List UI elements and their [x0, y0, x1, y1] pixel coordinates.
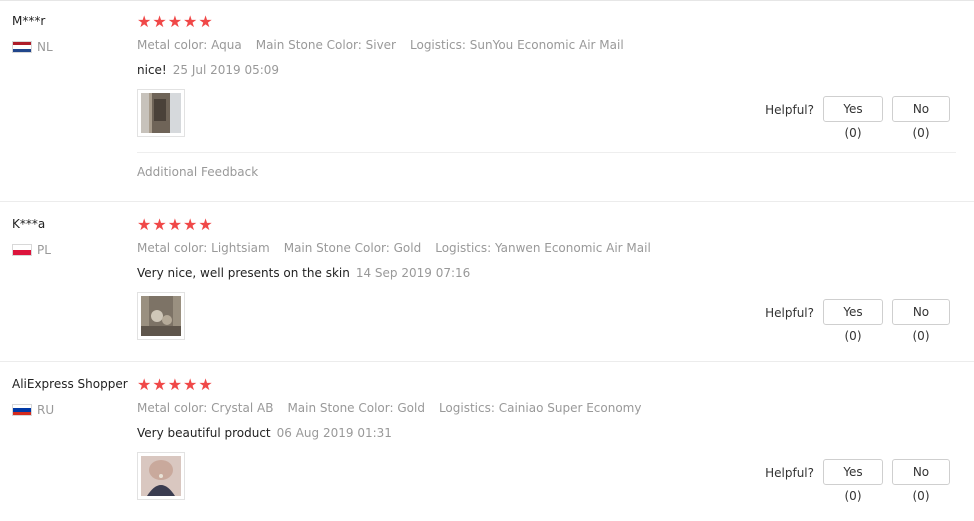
reviewer-country: PL — [12, 243, 51, 257]
review-text: Very beautiful product — [137, 426, 271, 440]
order-attributes: Metal color: Crystal AB Main Stone Color:… — [137, 401, 655, 415]
logistics: Logistics: Cainiao Super Economy — [438, 401, 642, 415]
reviewer-name: AliExpress Shopper — [12, 377, 128, 391]
flag-ru-icon — [12, 404, 32, 416]
review-divider — [0, 361, 974, 362]
review-date: 14 Sep 2019 07:16 — [355, 266, 471, 280]
review-photo-icon — [141, 93, 181, 133]
review-photo-icon — [141, 456, 181, 496]
order-attributes: Metal color: Lightsiam Main Stone Color: … — [137, 241, 665, 255]
helpful-label: Helpful? — [765, 306, 814, 320]
review-divider — [0, 201, 974, 202]
country-code: RU — [37, 403, 55, 417]
reviewer-country: NL — [12, 40, 53, 54]
order-attributes: Metal color: Aqua Main Stone Color: Siver… — [137, 38, 638, 52]
additional-feedback-label: Additional Feedback — [137, 165, 259, 179]
helpful-label: Helpful? — [765, 466, 814, 480]
review-photo-thumbnail[interactable] — [137, 292, 185, 340]
review-photo-thumbnail[interactable] — [137, 89, 185, 137]
star-rating: ★★★★★ — [137, 215, 214, 234]
review-photo-icon — [141, 296, 181, 336]
metal-color: Metal color: Lightsiam — [137, 241, 270, 255]
main-stone-color: Main Stone Color: Siver — [255, 38, 396, 52]
helpful-label: Helpful? — [765, 103, 814, 117]
helpful-no-button[interactable]: No (0) — [892, 299, 950, 343]
flag-pl-icon — [12, 244, 32, 256]
metal-color: Metal color: Aqua — [137, 38, 242, 52]
review-text: nice! — [137, 63, 167, 77]
main-stone-color: Main Stone Color: Gold — [287, 401, 425, 415]
review-photo-thumbnail[interactable] — [137, 452, 185, 500]
review-text: Very nice, well presents on the skin — [137, 266, 350, 280]
reviewer-name: K***a — [12, 217, 46, 231]
top-divider — [0, 0, 974, 1]
reviewer-country: RU — [12, 403, 54, 417]
helpful-yes-button[interactable]: Yes (0) — [823, 299, 883, 343]
review-date: 06 Aug 2019 01:31 — [276, 426, 392, 440]
review-content: Very beautiful product 06 Aug 2019 01:31 — [137, 426, 392, 440]
main-stone-color: Main Stone Color: Gold — [283, 241, 422, 255]
review-content: Very nice, well presents on the skin 14 S… — [137, 266, 470, 280]
country-code: NL — [37, 40, 53, 54]
logistics: Logistics: SunYou Economic Air Mail — [410, 38, 624, 52]
helpful-no-button[interactable]: No (0) — [892, 96, 950, 140]
helpful-no-button[interactable]: No (0) — [892, 459, 950, 503]
star-rating: ★★★★★ — [137, 375, 214, 394]
review-content: nice! 25 Jul 2019 05:09 — [137, 63, 279, 77]
logistics: Logistics: Yanwen Economic Air Mail — [435, 241, 651, 255]
metal-color: Metal color: Crystal AB — [137, 401, 274, 415]
review-date: 25 Jul 2019 05:09 — [172, 63, 280, 77]
helpful-yes-button[interactable]: Yes (0) — [823, 459, 883, 503]
flag-nl-icon — [12, 41, 32, 53]
country-code: PL — [37, 243, 51, 257]
reviewer-name: M***r — [12, 14, 46, 28]
star-rating: ★★★★★ — [137, 12, 214, 31]
feedback-separator — [137, 152, 956, 153]
helpful-yes-button[interactable]: Yes (0) — [823, 96, 883, 140]
